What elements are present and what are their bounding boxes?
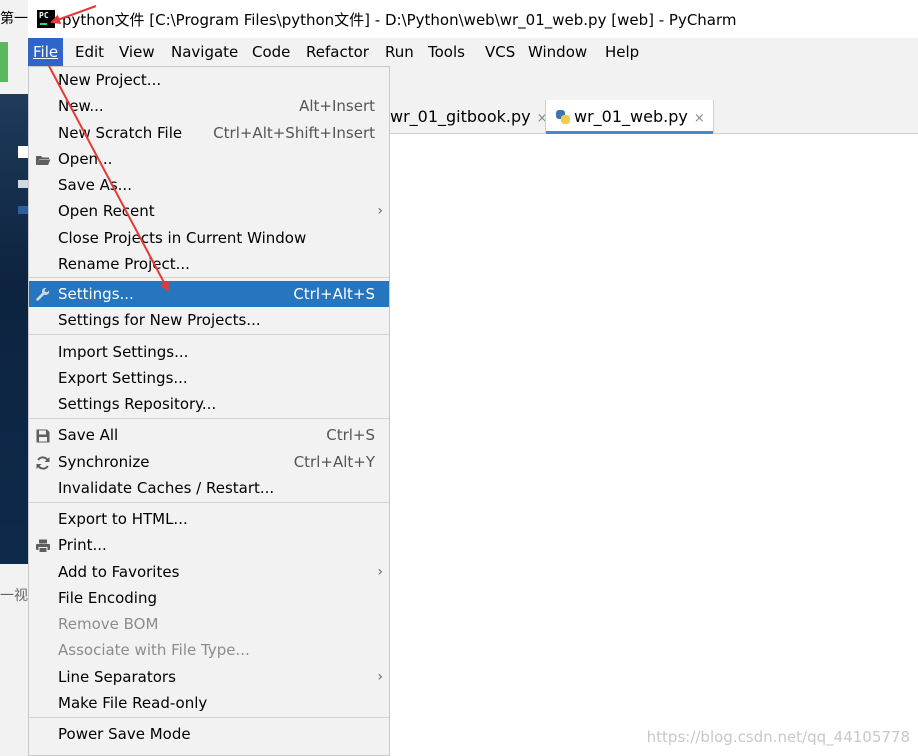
menu-bar: File Edit View Navigate Code Refactor Ru…: [28, 38, 918, 66]
tab-wr-01-gitbook[interactable]: wr_01_gitbook.py ×: [390, 100, 548, 133]
menu-window[interactable]: Window: [523, 38, 592, 66]
menu-item-make-read-only[interactable]: Make File Read-only: [29, 690, 389, 716]
menu-item-invalidate-caches[interactable]: Invalidate Caches / Restart...: [29, 475, 389, 501]
file-menu-dropdown: New Project... New... Alt+Insert New Scra…: [28, 66, 390, 756]
editor-area[interactable]: [390, 134, 918, 756]
menu-code[interactable]: Code: [247, 38, 295, 66]
menu-item-file-encoding[interactable]: File Encoding: [29, 585, 389, 611]
menu-item-save-as[interactable]: Save As...: [29, 172, 389, 198]
menu-item-print[interactable]: Print...: [29, 532, 389, 558]
wrench-icon: [36, 287, 50, 301]
menu-separator: [29, 418, 389, 419]
menu-item-synchronize[interactable]: Synchronize Ctrl+Alt+Y: [29, 449, 389, 475]
menu-item-remove-bom[interactable]: Remove BOM: [29, 611, 389, 637]
close-icon[interactable]: ×: [694, 111, 705, 126]
menu-item-close-projects[interactable]: Close Projects in Current Window: [29, 225, 389, 251]
menu-help[interactable]: Help: [600, 38, 644, 66]
menu-item-rename-project[interactable]: Rename Project...: [29, 251, 389, 277]
background-text-bottom: 一视: [0, 588, 28, 604]
window-title: python文件 [C:\Program Files\python文件] - D…: [62, 11, 737, 29]
menu-item-associate-file-type[interactable]: Associate with File Type...: [29, 637, 389, 663]
chevron-right-icon: ›: [377, 203, 383, 219]
menu-separator: [29, 277, 389, 278]
menu-item-open-recent[interactable]: Open Recent ›: [29, 198, 389, 224]
menu-item-save-all[interactable]: Save All Ctrl+S: [29, 422, 389, 448]
printer-icon: [36, 539, 50, 553]
python-file-icon: [556, 110, 570, 124]
menu-item-settings[interactable]: Settings... Ctrl+Alt+S: [29, 281, 389, 307]
menu-tools[interactable]: Tools: [423, 38, 470, 66]
title-bar: PC python文件 [C:\Program Files\python文件] …: [28, 0, 918, 38]
menu-file[interactable]: File: [28, 38, 64, 66]
watermark: https://blog.csdn.net/qq_44105778: [646, 728, 910, 746]
menu-item-power-save-mode[interactable]: Power Save Mode: [29, 721, 389, 747]
menu-navigate[interactable]: Navigate: [166, 38, 243, 66]
menu-refactor[interactable]: Refactor: [301, 38, 374, 66]
menu-item-add-to-favorites[interactable]: Add to Favorites ›: [29, 559, 389, 585]
menu-item-export-html[interactable]: Export to HTML...: [29, 506, 389, 532]
pycharm-logo-icon: PC: [37, 10, 55, 28]
menu-view[interactable]: View: [114, 38, 160, 66]
folder-icon: [36, 156, 51, 165]
background-text-top: 第一: [0, 11, 28, 27]
background-green-block: [0, 42, 8, 82]
menu-item-new-scratch-file[interactable]: New Scratch File Ctrl+Alt+Shift+Insert: [29, 120, 389, 146]
chevron-right-icon: ›: [377, 564, 383, 580]
menu-item-settings-repository[interactable]: Settings Repository...: [29, 391, 389, 417]
editor-tabs: wr_01_gitbook.py × wr_01_web.py ×: [390, 100, 918, 134]
menu-item-import-settings[interactable]: Import Settings...: [29, 339, 389, 365]
menu-separator: [29, 717, 389, 718]
menu-run[interactable]: Run: [380, 38, 419, 66]
tab-label: wr_01_gitbook.py: [390, 107, 531, 126]
tab-wr-01-web[interactable]: wr_01_web.py ×: [545, 100, 714, 134]
menu-item-new[interactable]: New... Alt+Insert: [29, 93, 389, 119]
save-icon: [36, 429, 50, 443]
menu-item-export-settings[interactable]: Export Settings...: [29, 365, 389, 391]
sync-icon: [36, 456, 50, 470]
tab-label: wr_01_web.py: [574, 107, 688, 126]
menu-item-line-separators[interactable]: Line Separators ›: [29, 664, 389, 690]
chevron-right-icon: ›: [377, 669, 383, 685]
menu-item-settings-new-projects[interactable]: Settings for New Projects...: [29, 307, 389, 333]
menu-item-open[interactable]: Open...: [29, 146, 389, 172]
menu-separator: [29, 502, 389, 503]
menu-vcs[interactable]: VCS: [480, 38, 520, 66]
background-image: [0, 94, 28, 564]
menu-edit[interactable]: Edit: [70, 38, 109, 66]
menu-separator: [29, 334, 389, 335]
menu-item-new-project[interactable]: New Project...: [29, 67, 389, 93]
